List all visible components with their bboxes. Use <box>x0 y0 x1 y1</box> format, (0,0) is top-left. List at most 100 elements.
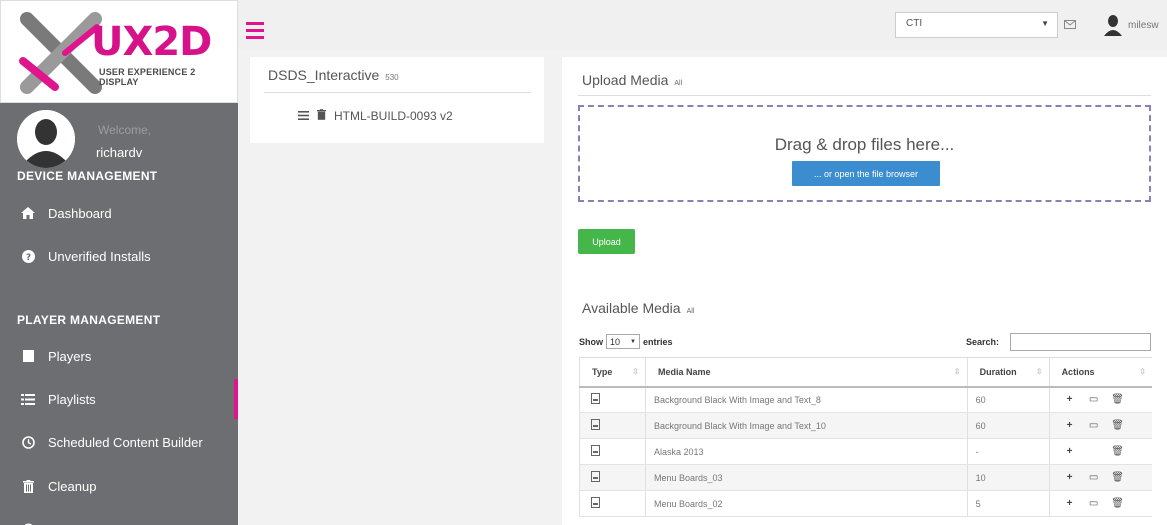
table-row[interactable]: Alaska 2013- + 🗑 <box>579 438 1152 465</box>
drag-handle-icon[interactable] <box>298 109 309 123</box>
add-to-playlist-icon[interactable]: + <box>1058 446 1082 457</box>
sidebar-item-dashboard[interactable]: Dashboard <box>0 193 238 233</box>
column-header-label: Media Name <box>657 366 711 377</box>
delete-icon[interactable]: 🗑 <box>1106 420 1130 431</box>
table-row[interactable]: Background Black With Image and Text_10 6… <box>579 412 1152 439</box>
user-icon[interactable] <box>1104 14 1122 36</box>
actions-cell: + ▭ 🗑 <box>1048 490 1152 517</box>
delete-icon[interactable]: 🗑 <box>1106 446 1130 457</box>
edit-icon[interactable]: ▭ <box>1082 420 1106 431</box>
duration-cell: 60 <box>966 412 1050 439</box>
playlist-title: DSDS_Interactive 530 <box>268 67 399 83</box>
edit-icon[interactable]: ▭ <box>1082 472 1106 483</box>
playlist-count: 530 <box>385 73 399 82</box>
sidebar-item-label: Unverified Installs <box>48 248 151 264</box>
actions-cell: + ▭ 🗑 <box>1048 464 1152 491</box>
table-row[interactable]: Menu Boards_02 5 + ▭ 🗑 <box>579 490 1152 517</box>
entries-select-value: 10 <box>610 336 621 347</box>
media-name-cell: Alaska 2013 <box>644 438 968 465</box>
mail-icon[interactable] <box>1064 18 1076 32</box>
sort-icon: ⇳ <box>632 367 639 376</box>
delete-icon[interactable]: 🗑 <box>1106 394 1130 405</box>
caret-down-icon: ▼ <box>1041 19 1049 28</box>
sidebar-item-label: Dashboard <box>48 205 112 221</box>
type-cell <box>579 438 646 465</box>
section-device-management: DEVICE MANAGEMENT <box>17 169 158 183</box>
trash-icon <box>18 479 38 493</box>
home-icon <box>18 207 38 219</box>
upload-button[interactable]: Upload <box>578 229 635 254</box>
dropzone-text: Drag & drop files here... <box>774 135 955 154</box>
type-cell <box>579 412 646 439</box>
table-row[interactable]: Background Black With Image and Text_8 60… <box>579 386 1152 413</box>
sidebar-item-cleanup[interactable]: Cleanup <box>0 466 238 506</box>
entries-select[interactable]: 10 ▼ <box>606 334 640 349</box>
avatar-user-icon <box>17 110 75 168</box>
logo[interactable]: UX2D USER EXPERIENCE 2 DISPLAY <box>0 0 238 103</box>
logo-text: UX2D <box>91 19 212 65</box>
add-to-playlist-icon[interactable]: + <box>1058 420 1082 431</box>
sort-icon: ⇳ <box>953 367 961 376</box>
sidebar-item-scheduled-content-builder[interactable]: Scheduled Content Builder <box>0 422 238 462</box>
column-header-label: Type <box>592 366 613 377</box>
organization-select[interactable]: CTI ▼ <box>895 12 1058 38</box>
caret-down-icon: ▼ <box>630 338 636 345</box>
organization-select-value: CTI <box>906 18 923 29</box>
sort-icon: ⇳ <box>1139 367 1146 376</box>
list-icon <box>18 393 38 405</box>
delete-icon[interactable]: 🗑 <box>1106 498 1130 509</box>
type-cell <box>579 490 646 517</box>
sidebar-item-unverified-installs[interactable]: ? Unverified Installs <box>0 236 238 276</box>
search-input[interactable] <box>1010 333 1151 351</box>
sidebar-item-players[interactable]: Players <box>0 336 238 376</box>
delete-item-icon[interactable] <box>317 109 326 123</box>
edit-icon[interactable]: ▭ <box>1082 498 1106 509</box>
square-icon <box>18 350 38 362</box>
playlist-name: DSDS_Interactive <box>268 67 380 83</box>
media-name-cell: Background Black With Image and Text_8 <box>644 386 968 413</box>
column-header-type[interactable]: Type ⇳ <box>579 357 646 388</box>
add-to-playlist-icon[interactable]: + <box>1058 472 1082 483</box>
add-to-playlist-icon[interactable]: + <box>1058 394 1082 405</box>
open-file-browser-button[interactable]: ... or open the file browser <box>792 161 940 186</box>
column-header-label: Actions <box>1061 366 1095 377</box>
hamburger-menu-icon[interactable] <box>246 22 264 39</box>
column-header-duration[interactable]: Duration ⇳ <box>966 357 1050 388</box>
add-to-playlist-icon[interactable]: + <box>1058 498 1082 509</box>
sort-icon: ⇳ <box>1035 367 1043 376</box>
file-dropzone[interactable]: Drag & drop files here... ... or open th… <box>578 105 1151 202</box>
table-header-row: Type ⇳ Media Name ⇳ Duration ⇳ Actions ⇳ <box>579 357 1152 388</box>
table-row[interactable]: Menu Boards_03 10 + ▭ 🗑 <box>579 464 1152 491</box>
column-header-media-name[interactable]: Media Name ⇳ <box>644 357 968 388</box>
playlist-item[interactable]: HTML-BUILD-0093 v2 <box>298 109 453 123</box>
sidebar-item-label: Players <box>48 348 92 364</box>
upload-media-title: Upload Media All <box>582 72 682 88</box>
sidebar-item-label: Scheduled Content Builder <box>48 434 203 450</box>
upload-media-heading: Upload Media <box>582 72 669 88</box>
sidebar-item-playlists[interactable]: Playlists <box>0 379 238 419</box>
available-filter-tag: All <box>686 308 695 315</box>
search-label: Search: <box>966 337 1000 347</box>
duration-cell: 60 <box>966 386 1050 413</box>
delete-icon[interactable]: 🗑 <box>1106 472 1130 483</box>
duration-cell: 10 <box>966 464 1050 491</box>
duration-cell: - <box>966 438 1050 465</box>
actions-cell: + ▭ 🗑 <box>1048 386 1152 413</box>
show-entries-control: Show 10 ▼ entries <box>579 334 673 349</box>
image-file-icon <box>591 393 600 405</box>
divider <box>264 92 531 93</box>
playlist-panel: DSDS_Interactive 530 HTML-BUILD-0093 v2 <box>250 57 544 143</box>
duration-cell: 5 <box>966 490 1050 517</box>
logo-subtitle: USER EXPERIENCE 2 DISPLAY <box>99 67 196 87</box>
column-header-actions[interactable]: Actions ⇳ <box>1048 357 1152 388</box>
actions-cell: + 🗑 <box>1048 438 1152 465</box>
edit-icon[interactable]: ▭ <box>1082 394 1106 405</box>
image-file-icon <box>591 497 600 508</box>
current-user-name[interactable]: milesw <box>1128 20 1159 31</box>
image-file-icon <box>591 445 600 456</box>
image-file-icon <box>591 419 600 430</box>
sidebar-item-more[interactable] <box>0 509 238 525</box>
question-circle-icon: ? <box>18 249 38 263</box>
sidebar: UX2D USER EXPERIENCE 2 DISPLAY Welcome, … <box>0 0 238 525</box>
type-cell <box>579 464 646 491</box>
